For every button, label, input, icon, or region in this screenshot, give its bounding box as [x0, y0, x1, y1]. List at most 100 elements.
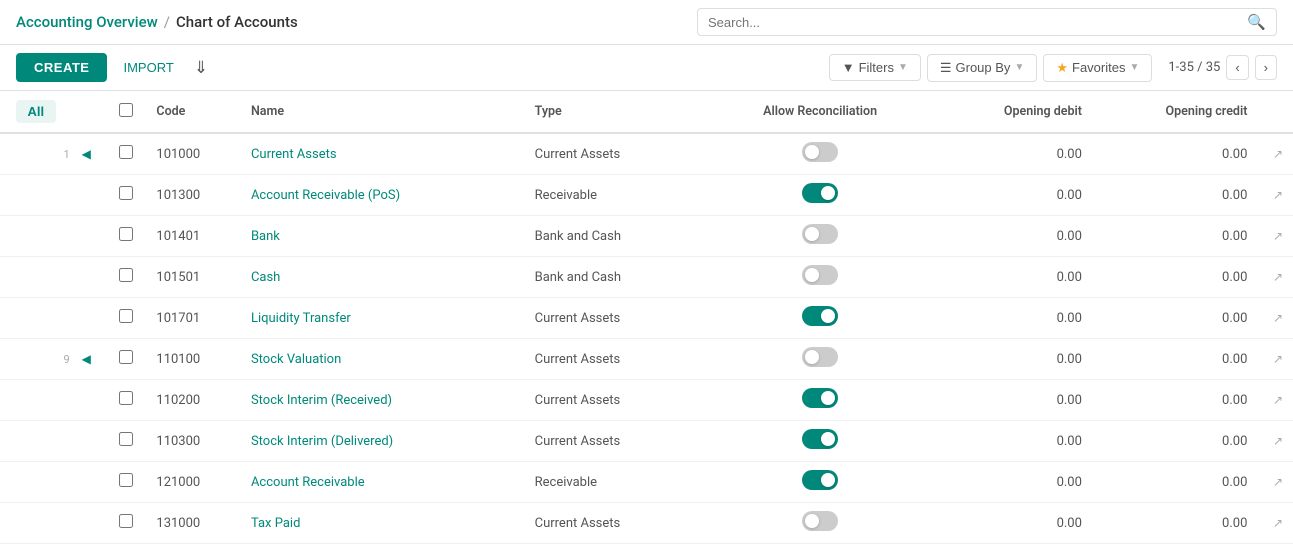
- row-reconcile-cell[interactable]: [714, 421, 927, 462]
- row-checkbox[interactable]: [119, 227, 133, 241]
- download-button[interactable]: ⇓: [190, 54, 212, 82]
- row-name[interactable]: Stock Valuation: [241, 339, 525, 380]
- search-icon[interactable]: 🔍: [1247, 13, 1266, 31]
- row-name[interactable]: Account Receivable (PoS): [241, 175, 525, 216]
- row-collapse-arrow[interactable]: [72, 175, 107, 216]
- row-name[interactable]: Stock Interim (Received): [241, 380, 525, 421]
- reconcile-toggle[interactable]: [802, 224, 838, 244]
- expand-icon[interactable]: ↗: [1273, 516, 1283, 530]
- row-checkbox-cell[interactable]: [106, 257, 146, 298]
- reconcile-toggle[interactable]: [802, 470, 838, 490]
- row-expand-cell[interactable]: ↗: [1257, 133, 1293, 175]
- row-name[interactable]: Tax Paid: [241, 503, 525, 544]
- row-checkbox-cell[interactable]: [106, 175, 146, 216]
- breadcrumb-parent[interactable]: Accounting Overview: [16, 13, 158, 31]
- row-checkbox-cell[interactable]: [106, 298, 146, 339]
- row-checkbox[interactable]: [119, 473, 133, 487]
- row-expand-cell[interactable]: ↗: [1257, 298, 1293, 339]
- create-button[interactable]: CREATE: [16, 53, 107, 82]
- row-checkbox[interactable]: [119, 514, 133, 528]
- row-expand-cell[interactable]: ↗: [1257, 462, 1293, 503]
- reconcile-toggle[interactable]: [802, 306, 838, 326]
- row-expand-cell[interactable]: ↗: [1257, 421, 1293, 462]
- row-expand-cell[interactable]: ↗: [1257, 257, 1293, 298]
- row-reconcile-cell[interactable]: [714, 133, 927, 175]
- expand-icon[interactable]: ↗: [1273, 393, 1283, 407]
- row-name[interactable]: Stock Interim (Delivered): [241, 421, 525, 462]
- reconcile-toggle[interactable]: [802, 142, 838, 162]
- row-reconcile-cell[interactable]: [714, 257, 927, 298]
- row-expand-cell[interactable]: ↗: [1257, 175, 1293, 216]
- reconcile-toggle[interactable]: [802, 511, 838, 531]
- expand-icon[interactable]: ↗: [1273, 352, 1283, 366]
- search-input[interactable]: [708, 15, 1247, 30]
- pagination-prev[interactable]: ‹: [1226, 55, 1248, 80]
- row-reconcile-cell[interactable]: [714, 216, 927, 257]
- row-collapse-arrow[interactable]: [72, 298, 107, 339]
- row-credit: 0.00: [1092, 462, 1257, 503]
- row-collapse-arrow[interactable]: [72, 503, 107, 544]
- expand-icon[interactable]: ↗: [1273, 475, 1283, 489]
- toggle-slider: [802, 388, 838, 408]
- expand-icon[interactable]: ↗: [1273, 311, 1283, 325]
- reconcile-toggle[interactable]: [802, 347, 838, 367]
- groupby-button[interactable]: ☰ Group By ▼: [927, 54, 1037, 82]
- row-checkbox-cell[interactable]: [106, 380, 146, 421]
- row-reconcile-cell[interactable]: [714, 380, 927, 421]
- expand-icon[interactable]: ↗: [1273, 270, 1283, 284]
- row-checkbox[interactable]: [119, 432, 133, 446]
- row-checkbox[interactable]: [119, 309, 133, 323]
- th-checkbox[interactable]: [106, 91, 146, 133]
- row-reconcile-cell[interactable]: [714, 339, 927, 380]
- row-reconcile-cell[interactable]: [714, 462, 927, 503]
- row-name[interactable]: Bank: [241, 216, 525, 257]
- row-expand-cell[interactable]: ↗: [1257, 339, 1293, 380]
- row-name[interactable]: Liquidity Transfer: [241, 298, 525, 339]
- breadcrumb-current: Chart of Accounts: [176, 13, 298, 31]
- row-name[interactable]: Account Receivable: [241, 462, 525, 503]
- row-collapse-arrow[interactable]: [72, 216, 107, 257]
- expand-icon[interactable]: ↗: [1273, 188, 1283, 202]
- row-reconcile-cell[interactable]: [714, 175, 927, 216]
- row-checkbox-cell[interactable]: [106, 133, 146, 175]
- all-tag-button[interactable]: All: [16, 100, 57, 123]
- row-checkbox[interactable]: [119, 350, 133, 364]
- favorites-button[interactable]: ★ Favorites ▼: [1043, 54, 1152, 82]
- expand-icon[interactable]: ↗: [1273, 434, 1283, 448]
- reconcile-toggle[interactable]: [802, 429, 838, 449]
- row-collapse-arrow[interactable]: [72, 421, 107, 462]
- row-checkbox-cell[interactable]: [106, 503, 146, 544]
- row-expand-cell[interactable]: ↗: [1257, 503, 1293, 544]
- row-checkbox-cell[interactable]: [106, 421, 146, 462]
- row-expand-cell[interactable]: ↗: [1257, 216, 1293, 257]
- select-all-checkbox[interactable]: [119, 103, 133, 117]
- row-expand-cell[interactable]: ↗: [1257, 380, 1293, 421]
- expand-icon[interactable]: ↗: [1273, 229, 1283, 243]
- row-group-number: [0, 175, 72, 216]
- th-all[interactable]: All: [0, 91, 72, 133]
- row-checkbox-cell[interactable]: [106, 216, 146, 257]
- pagination-next[interactable]: ›: [1255, 55, 1277, 80]
- row-name[interactable]: Cash: [241, 257, 525, 298]
- filters-button[interactable]: ▼ Filters ▼: [829, 54, 921, 81]
- import-button[interactable]: IMPORT: [119, 53, 177, 82]
- row-collapse-arrow[interactable]: ◀: [72, 133, 107, 175]
- row-collapse-arrow[interactable]: [72, 462, 107, 503]
- reconcile-toggle[interactable]: [802, 388, 838, 408]
- reconcile-toggle[interactable]: [802, 183, 838, 203]
- row-name[interactable]: Current Assets: [241, 133, 525, 175]
- row-collapse-arrow[interactable]: [72, 380, 107, 421]
- row-reconcile-cell[interactable]: [714, 503, 927, 544]
- row-checkbox[interactable]: [119, 391, 133, 405]
- row-checkbox[interactable]: [119, 186, 133, 200]
- row-checkbox-cell[interactable]: [106, 462, 146, 503]
- row-reconcile-cell[interactable]: [714, 298, 927, 339]
- row-checkbox[interactable]: [119, 268, 133, 282]
- row-collapse-arrow[interactable]: ◀: [72, 339, 107, 380]
- reconcile-toggle[interactable]: [802, 265, 838, 285]
- row-checkbox[interactable]: [119, 145, 133, 159]
- expand-icon[interactable]: ↗: [1273, 147, 1283, 161]
- row-checkbox-cell[interactable]: [106, 339, 146, 380]
- row-code: 101701: [146, 298, 241, 339]
- row-collapse-arrow[interactable]: [72, 257, 107, 298]
